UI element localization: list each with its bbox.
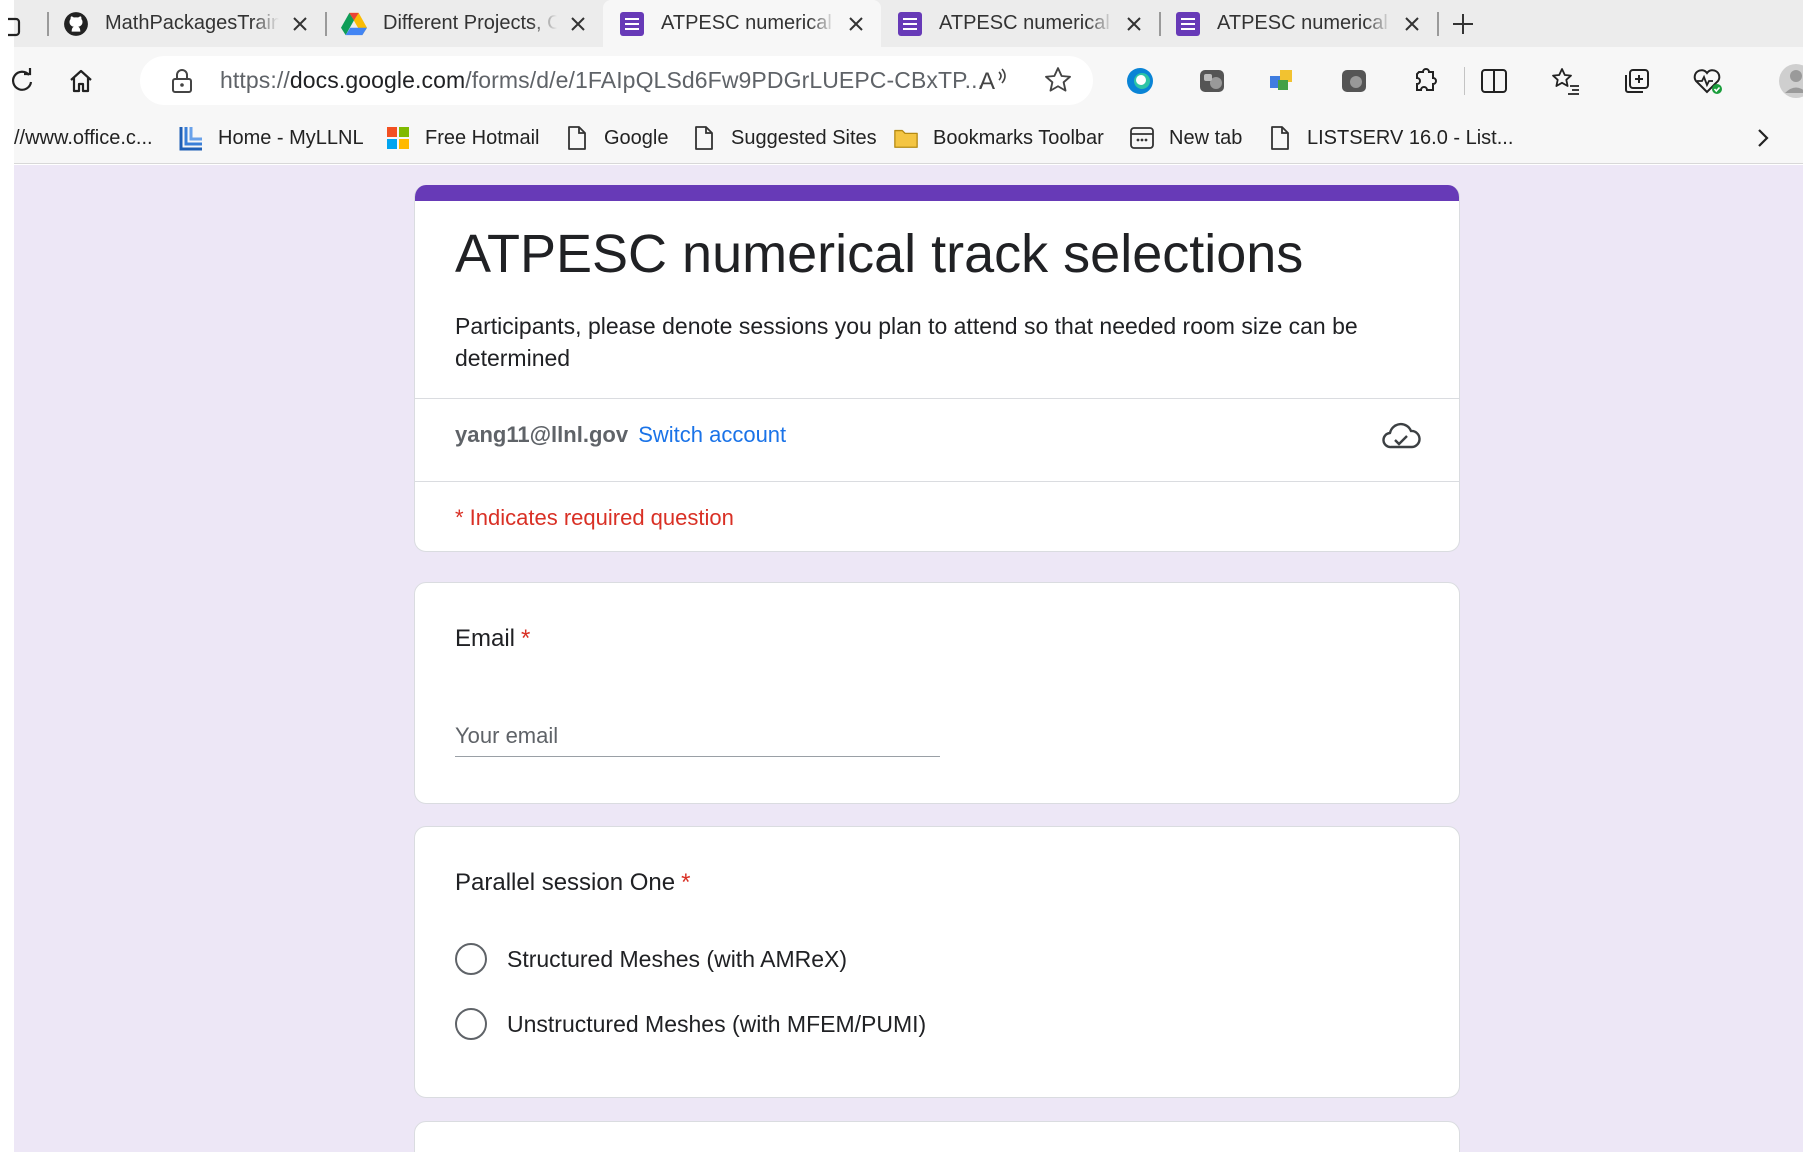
bookmark-label: Suggested Sites (731, 126, 877, 149)
read-aloud-icon[interactable]: A (979, 66, 1011, 100)
radio-button[interactable] (455, 1008, 487, 1040)
tab-4[interactable]: ATPESC numerical track s (1159, 0, 1437, 47)
more-bookmarks-chevron-icon[interactable] (1754, 113, 1772, 163)
bookmark-toolbar-folder[interactable]: Bookmarks Toolbar (893, 113, 1104, 163)
new-tab-icon (1129, 125, 1155, 151)
bookmark-new-tab[interactable]: New tab (1129, 113, 1242, 163)
theme-band (415, 185, 1459, 201)
tab-strip: MathPackagesTraining20 Different Project… (8, 0, 1803, 47)
tab-title: ATPESC numerical track s (939, 12, 1113, 34)
required-asterisk: * (681, 869, 691, 896)
divider (415, 481, 1459, 482)
radio-option-structured-meshes[interactable]: Structured Meshes (with AMReX) (455, 943, 847, 975)
favorite-star-icon[interactable] (1043, 65, 1073, 101)
page-icon (564, 125, 590, 151)
page-icon (1267, 125, 1293, 151)
radio-button[interactable] (455, 943, 487, 975)
account-email: yang11@llnl.gov (455, 422, 629, 447)
svg-text:A: A (979, 68, 995, 94)
question-card-email: Email * (414, 582, 1460, 804)
option-label: Unstructured Meshes (with MFEM/PUMI) (507, 1010, 927, 1037)
cloud-saved-icon[interactable] (1381, 419, 1421, 455)
bookmark-office[interactable]: //www.office.c... (14, 113, 153, 163)
divider (415, 398, 1459, 399)
close-tab-icon[interactable] (1123, 13, 1145, 35)
browser-chrome: MathPackagesTraining20 Different Project… (8, 0, 1803, 164)
question-title-text: Parallel session One (455, 869, 676, 896)
bookmark-suggested-sites[interactable]: Suggested Sites (691, 113, 877, 163)
close-tab-icon[interactable] (1401, 13, 1423, 35)
bookmark-label: Free Hotmail (425, 126, 540, 149)
tab-title: ATPESC numerical track s (1217, 12, 1391, 34)
windows-icon (385, 125, 411, 151)
close-tab-icon[interactable] (567, 13, 589, 35)
required-note: * Indicates required question (455, 505, 734, 530)
tab-title: MathPackagesTraining20 (105, 12, 279, 34)
bookmark-label: //www.office.c... (14, 126, 153, 149)
google-drive-icon (341, 11, 367, 37)
bookmark-google[interactable]: Google (564, 113, 669, 163)
extensions-puzzle-icon[interactable] (1404, 59, 1448, 103)
google-forms-icon (897, 11, 923, 37)
form-description: Participants, please denote sessions you… (455, 313, 1358, 371)
bookmark-label: Home - MyLLNL (218, 126, 364, 149)
lock-icon[interactable] (168, 67, 196, 95)
bookmark-label: New tab (1169, 126, 1243, 149)
switch-account-link[interactable]: Switch account (638, 422, 786, 447)
tab-1[interactable]: Different Projects, Comm (325, 0, 603, 47)
close-tab-icon[interactable] (845, 13, 867, 35)
tab-title: ATPESC numerical track s (661, 12, 835, 34)
home-icon[interactable] (59, 59, 103, 103)
toolbar: https://docs.google.com/forms/d/e/1FAIpQ… (11, 47, 1803, 113)
extension-edge-icon[interactable] (1118, 59, 1162, 103)
account-row: yang11@llnl.gov Switch account (455, 422, 786, 448)
favorites-icon[interactable] (1544, 59, 1588, 103)
required-asterisk: * (521, 625, 531, 652)
extension-gray-icon[interactable] (1332, 59, 1376, 103)
bookmark-listserv[interactable]: LISTSERV 16.0 - List... (1267, 113, 1513, 163)
question-title: Parallel session One * (455, 869, 690, 897)
profile-avatar-icon[interactable] (1774, 59, 1803, 103)
google-forms-icon (1175, 11, 1201, 37)
option-label: Structured Meshes (with AMReX) (507, 945, 848, 972)
github-icon (63, 11, 89, 37)
llnl-icon (178, 125, 204, 151)
split-screen-icon[interactable] (1472, 59, 1516, 103)
question-title: Email * (455, 625, 530, 653)
extension-cube-icon[interactable] (1260, 59, 1304, 103)
bookmark-label: Bookmarks Toolbar (933, 126, 1104, 149)
tab-title: Different Projects, Comm (383, 12, 557, 34)
folder-icon (893, 125, 919, 151)
close-tab-icon[interactable] (289, 13, 311, 35)
extension-puzzle-gray-icon[interactable] (1190, 59, 1234, 103)
google-forms-icon (619, 11, 645, 37)
bookmark-myllnl[interactable]: Home - MyLLNL (178, 113, 364, 163)
bookmarks-bar: //www.office.c... Home - MyLLNL Free Hot… (14, 113, 1803, 163)
refresh-icon[interactable] (0, 59, 44, 103)
bookmark-hotmail[interactable]: Free Hotmail (385, 113, 539, 163)
page-icon (691, 125, 717, 151)
bookmark-label: LISTSERV 16.0 - List... (1307, 126, 1514, 149)
collections-icon[interactable] (1615, 59, 1659, 103)
form-title: ATPESC numerical track selections (455, 224, 1304, 284)
email-input[interactable] (455, 715, 940, 757)
browser-essentials-icon[interactable] (1686, 59, 1730, 103)
question-card-next (414, 1121, 1460, 1152)
radio-option-unstructured-meshes[interactable]: Unstructured Meshes (with MFEM/PUMI) (455, 1008, 926, 1040)
form-page: ATPESC numerical track selections Partic… (14, 165, 1803, 1152)
tab-2-active[interactable]: ATPESC numerical track s (603, 0, 881, 47)
address-bar[interactable]: https://docs.google.com/forms/d/e/1FAIpQ… (140, 56, 1093, 105)
question-card-parallel-session-one: Parallel session One * Structured Meshes … (414, 826, 1460, 1098)
question-title-text: Email (455, 625, 516, 652)
tab-actions-icon[interactable] (0, 5, 28, 49)
bookmark-label: Google (604, 126, 669, 149)
new-tab-plus-icon[interactable] (1441, 2, 1485, 46)
tab-3[interactable]: ATPESC numerical track s (881, 0, 1159, 47)
form-header-card: ATPESC numerical track selections Partic… (414, 185, 1460, 552)
url-text[interactable]: https://docs.google.com/forms/d/e/1FAIpQ… (220, 67, 984, 94)
tab-0[interactable]: MathPackagesTraining20 (47, 0, 325, 47)
